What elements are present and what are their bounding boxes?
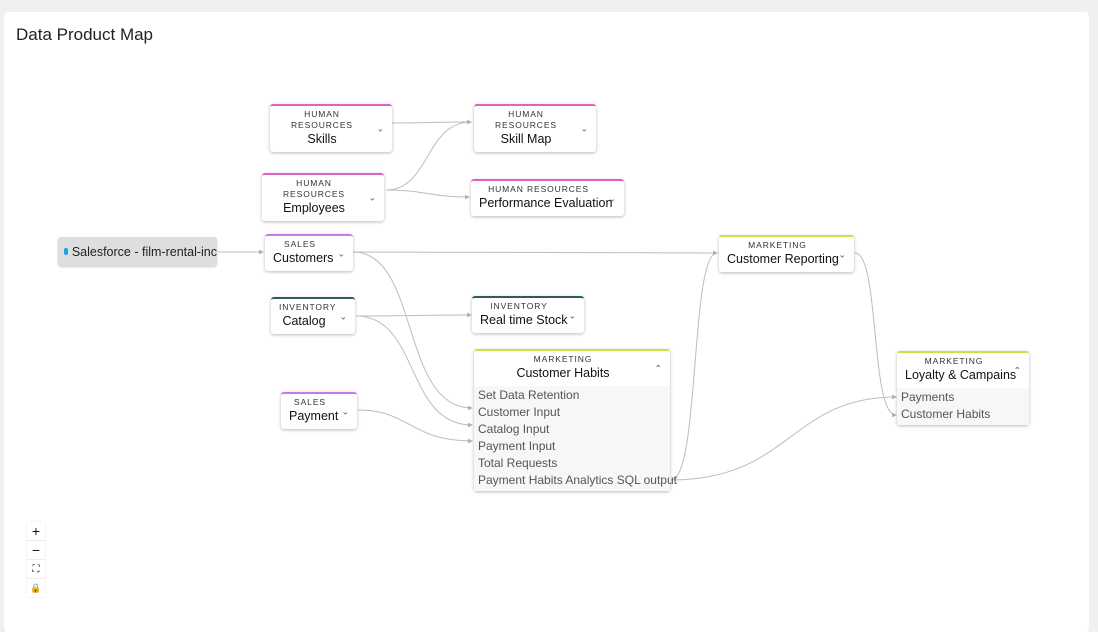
- zoom-in-button[interactable]: +: [27, 522, 45, 541]
- chevron-down-icon[interactable]: ⌄: [838, 249, 846, 260]
- node-domain: MARKETING: [924, 356, 984, 366]
- port-item[interactable]: Total Requests: [474, 455, 670, 472]
- node-domain: HUMAN RESOURCES: [495, 109, 557, 130]
- chevron-up-icon[interactable]: ⌃: [1013, 365, 1021, 376]
- fit-view-button[interactable]: ⛶: [27, 560, 45, 579]
- node-domain: INVENTORY: [490, 301, 548, 311]
- port-list: Payments Customer Habits: [897, 388, 1029, 425]
- port-item[interactable]: Customer Habits: [897, 406, 1029, 423]
- node-customers[interactable]: SALES Customers ⌄: [265, 234, 353, 271]
- edge-customers-habits[interactable]: [352, 251, 473, 411]
- port-item[interactable]: Payment Habits Analytics SQL output: [474, 472, 677, 489]
- node-name: Real time Stock: [480, 313, 568, 327]
- edge-skills-skillmap[interactable]: [391, 119, 472, 125]
- edge-habits-loyalty[interactable]: [670, 394, 897, 481]
- node-domain: INVENTORY: [279, 302, 337, 312]
- edge-catalog-habits[interactable]: [355, 315, 473, 428]
- node-name: Catalog: [282, 314, 326, 328]
- node-name: Payment: [289, 409, 339, 423]
- edge-payment-habits[interactable]: [357, 409, 473, 444]
- node-customer-reporting[interactable]: MARKETING Customer Reporting ⌄: [719, 235, 854, 272]
- node-domain: HUMAN RESOURCES: [291, 109, 353, 130]
- node-name: Loyalty & Campains: [905, 368, 1017, 382]
- node-name: Skills: [307, 132, 337, 146]
- node-real-time-stock[interactable]: INVENTORY Real time Stock ⌄: [472, 296, 584, 333]
- salesforce-cloud-icon: [64, 248, 68, 255]
- node-employees[interactable]: HUMAN RESOURCES Employees ⌄: [262, 173, 384, 221]
- node-skill-map[interactable]: HUMAN RESOURCES Skill Map ⌄: [474, 104, 596, 152]
- edge-customers-reporting[interactable]: [352, 250, 718, 256]
- node-customer-habits[interactable]: MARKETING Customer Habits ⌃ Set Data Ret…: [474, 349, 677, 491]
- port-item[interactable]: Catalog Input: [474, 421, 670, 438]
- node-skills[interactable]: HUMAN RESOURCES Skills ⌄: [270, 104, 392, 152]
- node-name: Skill Map: [500, 132, 552, 146]
- node-performance-evaluation[interactable]: HUMAN RESOURCES Performance Evaluation ⌄: [471, 179, 624, 216]
- node-name: Performance Evaluation: [479, 196, 613, 210]
- node-catalog[interactable]: INVENTORY Catalog ⌄: [271, 297, 355, 334]
- chevron-down-icon[interactable]: ⌄: [580, 124, 588, 135]
- port-item[interactable]: Set Data Retention: [474, 387, 670, 404]
- node-domain: HUMAN RESOURCES: [283, 178, 345, 199]
- chevron-down-icon[interactable]: ⌄: [337, 248, 345, 259]
- node-domain: MARKETING: [748, 240, 807, 250]
- chevron-down-icon[interactable]: ⌄: [608, 193, 616, 204]
- chevron-down-icon[interactable]: ⌄: [339, 311, 347, 322]
- node-domain: MARKETING: [533, 354, 593, 364]
- source-label: Salesforce - film-rental-inc: [71, 244, 217, 259]
- node-domain: SALES: [284, 239, 316, 249]
- salesforce-source-node[interactable]: Salesforce - film-rental-inc: [58, 237, 217, 266]
- node-name: Customer Reporting: [727, 252, 839, 266]
- edge-employees-skillmap[interactable]: [385, 119, 472, 191]
- node-domain: HUMAN RESOURCES: [488, 184, 589, 194]
- node-payment[interactable]: SALES Payment ⌄: [281, 392, 357, 429]
- edge-reporting-loyalty[interactable]: [854, 252, 897, 418]
- port-item[interactable]: Customer Input: [474, 404, 670, 421]
- node-name: Customer Habits: [516, 366, 610, 380]
- port-list: Set Data Retention Customer Input Catalo…: [474, 386, 677, 491]
- chevron-up-icon[interactable]: ⌃: [654, 363, 662, 374]
- chevron-down-icon[interactable]: ⌄: [376, 124, 384, 135]
- chevron-down-icon[interactable]: ⌄: [568, 310, 576, 321]
- port-item[interactable]: Payment Input: [474, 438, 670, 455]
- chevron-down-icon[interactable]: ⌄: [341, 406, 349, 417]
- node-name: Employees: [283, 201, 345, 215]
- edge-catalog-stock[interactable]: [355, 312, 472, 318]
- port-item[interactable]: Payments: [897, 389, 1029, 406]
- node-loyalty-campains[interactable]: MARKETING Loyalty & Campains ⌃ Payments …: [897, 351, 1029, 425]
- node-domain: SALES: [294, 397, 326, 407]
- lock-button[interactable]: 🔒: [27, 579, 45, 597]
- edge-employees-performance[interactable]: [385, 189, 470, 200]
- node-name: Customers: [273, 251, 334, 265]
- chevron-down-icon[interactable]: ⌄: [368, 193, 376, 204]
- zoom-out-button[interactable]: −: [27, 541, 45, 560]
- edge-habits-reporting[interactable]: [670, 250, 718, 481]
- map-controls: + − ⛶ 🔒: [27, 522, 45, 597]
